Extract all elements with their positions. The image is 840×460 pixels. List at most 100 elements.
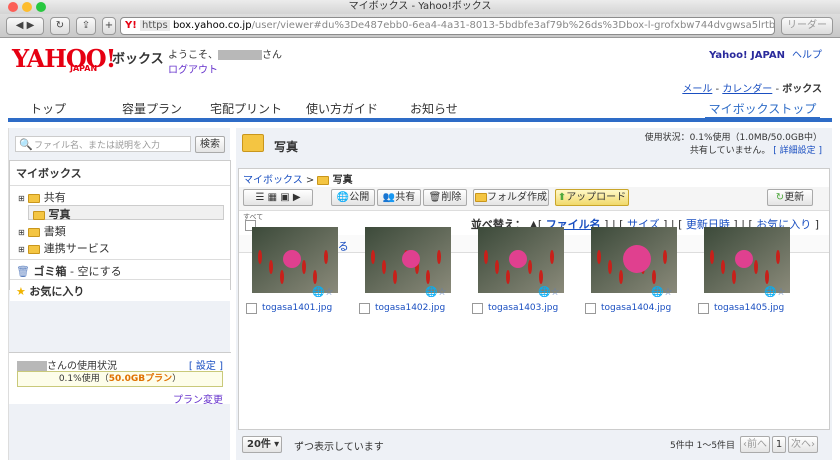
breadcrumb-root[interactable]: マイボックス — [243, 175, 303, 186]
reader-button[interactable]: リーダー — [781, 17, 833, 35]
plan-change-link[interactable]: プラン変更 — [173, 391, 223, 406]
reload-icon[interactable]: ↻ — [50, 17, 70, 35]
usage-panel: さんの使用状況 [ 設定 ] 0.1%使用（50.0GBプラン） プラン変更 — [9, 352, 231, 406]
thumbnail-status-icons[interactable]: 🌐☆ — [312, 287, 333, 298]
logout-link[interactable]: ログアウト — [168, 65, 218, 76]
yahoo-logo[interactable]: YAHOO! — [12, 44, 116, 73]
file-checkbox[interactable] — [585, 303, 596, 314]
username-mask — [218, 50, 262, 60]
thumbnail-status-icons[interactable]: 🌐☆ — [764, 287, 785, 298]
public-button[interactable]: 🌐公開 — [331, 189, 375, 206]
search-button[interactable]: 検索 — [195, 136, 225, 153]
minimize-window-icon[interactable] — [22, 2, 32, 12]
tab-top[interactable]: トップ — [30, 100, 66, 120]
select-all-checkbox[interactable] — [245, 220, 256, 231]
folder-title: 写真 — [274, 140, 299, 154]
help-link[interactable]: ヘルプ — [792, 50, 822, 61]
back-forward-buttons[interactable]: ◀ ▶ — [6, 17, 44, 35]
up-level-link[interactable]: 上の階層へ戻る — [272, 240, 349, 253]
delete-label: 削除 — [441, 192, 462, 203]
yahoo-logo-sub: JAPAN — [70, 64, 98, 73]
thumbnail-status-icons[interactable]: 🌐☆ — [651, 287, 672, 298]
tab-guide[interactable]: 使い方ガイド — [306, 100, 378, 120]
file-name-link[interactable]: togasa1403.jpg — [488, 303, 558, 313]
new-folder-button[interactable]: フォルダ作成 — [473, 189, 549, 206]
sort-date[interactable]: 更新日時 — [686, 218, 730, 231]
service-sep: - — [715, 84, 720, 95]
new-tab-icon[interactable]: + — [102, 17, 116, 35]
tree-item-linked[interactable]: ⊞ 連携サービス — [18, 240, 110, 256]
tree-label: 連携サービス — [43, 242, 110, 255]
file-browser: マイボックス > 写真 ☰ ▦ ▣ ▶ 🌐公開 👥共有 🗑削除 フォルダ作成 ⬆… — [238, 168, 830, 430]
expand-icon[interactable]: ⊞ — [18, 245, 25, 254]
per-page-select[interactable]: 20件 ▾ — [242, 436, 282, 453]
pager-bar: 20件 ▾ ずつ表示しています 5件中 1〜5件目 ‹前へ 1 次へ› — [238, 434, 830, 454]
upload-label: アップロード — [566, 192, 627, 203]
next-label: 次へ — [791, 439, 811, 450]
favorites-row[interactable]: ★ お気に入り — [10, 279, 230, 301]
close-window-icon[interactable] — [8, 2, 18, 12]
search-placeholder: ファイル名、または説明を入力 — [34, 141, 161, 151]
thumbnail-status-icons[interactable]: 🌐☆ — [425, 287, 446, 298]
usage-close: ） — [172, 374, 182, 384]
file-checkbox[interactable] — [472, 303, 483, 314]
tab-mybox-top[interactable]: マイボックストップ — [705, 100, 820, 120]
mail-link[interactable]: メール — [682, 84, 712, 95]
page-number[interactable]: 1 — [772, 436, 786, 453]
thumbnail-status-icons[interactable]: 🌐☆ — [538, 287, 559, 298]
documents-folder-icon — [28, 227, 41, 237]
prev-label: 前へ — [747, 439, 767, 450]
file-name-link[interactable]: togasa1401.jpg — [262, 303, 332, 313]
up-arrow-icon: ↰ — [259, 240, 269, 253]
prev-page-button[interactable]: ‹前へ — [740, 436, 770, 453]
address-bar[interactable]: Y! https box.yahoo.co.jp/user/viewer#du%… — [120, 17, 775, 35]
tab-plan[interactable]: 容量プラン — [122, 100, 182, 120]
search-input[interactable]: 🔍 ファイル名、または説明を入力 — [15, 136, 191, 152]
refresh-button[interactable]: ↻更新 — [767, 189, 813, 206]
view-mode-buttons[interactable]: ☰ ▦ ▣ ▶ — [243, 189, 313, 206]
tree-item-photos[interactable]: 写真 — [28, 205, 224, 221]
folder-big-icon — [242, 134, 264, 152]
expand-icon[interactable]: ⊞ — [18, 228, 25, 237]
delete-button[interactable]: 🗑削除 — [423, 189, 467, 206]
star-icon: ★ — [16, 285, 26, 298]
calendar-link[interactable]: カレンダー — [722, 84, 772, 95]
tab-print[interactable]: 宅配プリント — [210, 100, 282, 120]
tree-label: 写真 — [48, 208, 71, 221]
usage-status: 使用状況：0.1%使用（1.0MB/50.0GB中） — [644, 133, 822, 143]
file-name-link[interactable]: togasa1405.jpg — [714, 303, 784, 313]
tree-item-shared[interactable]: ⊞ 共有 — [18, 189, 66, 205]
file-checkbox[interactable] — [246, 303, 257, 314]
share-icon[interactable]: ⇪ — [76, 17, 96, 35]
file-checkbox[interactable] — [359, 303, 370, 314]
tab-news[interactable]: お知らせ — [410, 100, 458, 120]
expand-icon[interactable]: ⊞ — [18, 194, 25, 203]
trash-link[interactable]: ゴミ箱 — [33, 265, 66, 278]
upload-button[interactable]: ⬆アップロード — [555, 189, 629, 206]
share-button[interactable]: 👥共有 — [377, 189, 421, 206]
file-name-link[interactable]: togasa1402.jpg — [375, 303, 445, 313]
mybox-panel: マイボックス ⊞ 共有 写真 ⊞ 書類 ⊞ 連携サービス 🗑 ゴミ箱 - 空にす… — [9, 160, 231, 301]
sort-favorites[interactable]: お気に入り — [756, 218, 811, 231]
file-name-link[interactable]: togasa1404.jpg — [601, 303, 671, 313]
window-title: マイボックス - Yahoo!ボックス — [348, 1, 492, 12]
sort-size[interactable]: サイズ — [627, 218, 660, 231]
tree-label: 共有 — [43, 191, 66, 204]
breadcrumb-sep: > — [305, 175, 315, 186]
users-icon: 👥 — [382, 192, 396, 203]
per-page-value: 20件 — [247, 439, 271, 450]
zoom-window-icon[interactable] — [36, 2, 46, 12]
yahoo-japan-link[interactable]: Yahoo! JAPAN — [709, 50, 785, 61]
tree-label: 書類 — [43, 225, 66, 238]
sort-filename[interactable]: ファイル名 — [546, 218, 601, 231]
detail-settings-link[interactable]: [ 詳細設定 ] — [773, 146, 822, 156]
empty-trash-link[interactable]: 空にする — [77, 265, 121, 278]
tree-item-documents[interactable]: ⊞ 書類 — [18, 223, 66, 239]
usage-settings-link[interactable]: [ 設定 ] — [189, 357, 223, 372]
usage-text: 0.1%使用（ — [58, 374, 109, 384]
next-page-button[interactable]: 次へ› — [788, 436, 818, 453]
up-level-row[interactable]: ↰ 上の階層へ戻る — [239, 235, 829, 253]
window-titlebar: マイボックス - Yahoo!ボックス — [0, 0, 840, 14]
status-area: 使用状況：0.1%使用（1.0MB/50.0GB中） 共有していません。 [ 詳… — [645, 132, 822, 158]
file-checkbox[interactable] — [698, 303, 709, 314]
